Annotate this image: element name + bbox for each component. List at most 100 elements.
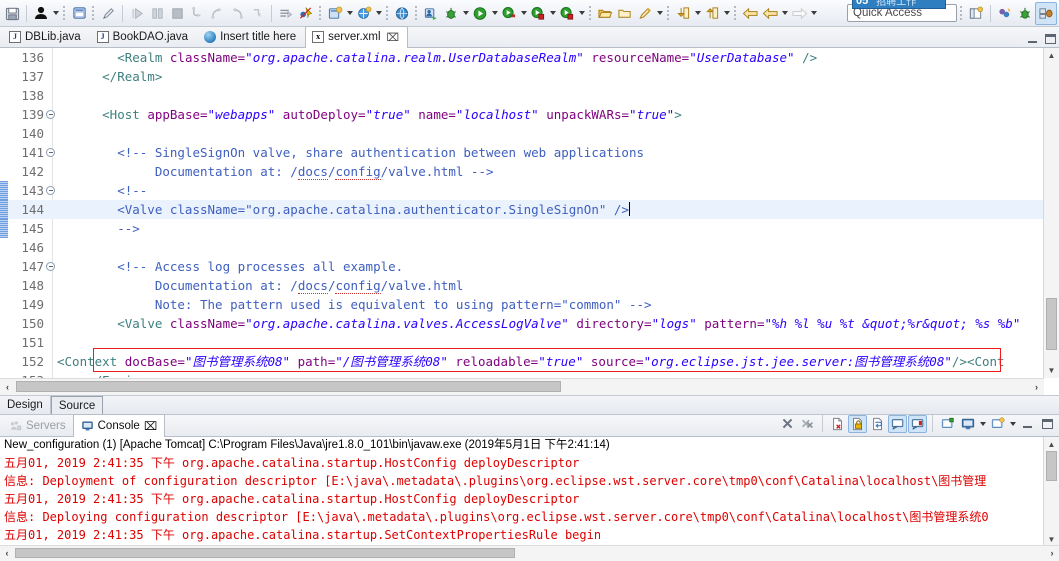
profile-dropdown-arrow[interactable]	[548, 3, 557, 24]
minimize-editor-icon[interactable]	[1027, 34, 1038, 44]
toolbar-drag-handle-8[interactable]	[734, 5, 737, 22]
brush-dropdown-arrow[interactable]	[655, 3, 664, 24]
debug-dropdown-arrow[interactable]	[461, 3, 470, 24]
console-scroll-left-icon[interactable]: ‹	[0, 546, 14, 560]
run-server-icon[interactable]	[499, 3, 519, 24]
save-icon[interactable]	[2, 3, 22, 24]
editor-tab-dblib[interactable]: J DBLib.java	[2, 26, 90, 47]
console-scroll-right-icon[interactable]: ›	[1045, 546, 1059, 560]
resume-icon[interactable]	[127, 3, 147, 24]
code-line[interactable]: 152 <Context docBase="图书管理系统08" path="/图书…	[0, 352, 1059, 371]
prev-edit-dropdown-arrow[interactable]	[722, 3, 731, 24]
run-dropdown-arrow[interactable]	[490, 3, 499, 24]
toolbar-drag-handle[interactable]	[63, 5, 66, 22]
java-perspective-icon[interactable]	[1035, 1, 1057, 25]
code-line[interactable]: 145 -->	[0, 219, 1059, 238]
profile2-icon[interactable]	[557, 3, 577, 24]
clear-console-button[interactable]	[828, 415, 847, 433]
open-console-button[interactable]	[988, 415, 1007, 433]
tab-design[interactable]: Design	[0, 396, 51, 414]
console-vertical-scrollbar[interactable]: ▲ ▼	[1043, 437, 1059, 546]
open-browser-icon[interactable]	[392, 3, 412, 24]
scroll-down-icon[interactable]: ▼	[1044, 363, 1059, 378]
close-icon[interactable]: ⌧	[144, 419, 157, 433]
console-hscroll-thumb[interactable]	[15, 548, 515, 558]
user-dropdown-arrow[interactable]	[51, 3, 60, 24]
console-horizontal-scrollbar[interactable]: ‹ ›	[0, 545, 1059, 561]
code-line[interactable]: 140	[0, 124, 1059, 143]
fold-toggle-icon[interactable]	[46, 148, 55, 157]
editor-vscroll-thumb[interactable]	[1046, 298, 1057, 350]
scroll-right-icon[interactable]: ›	[1029, 379, 1044, 394]
user-icon[interactable]	[31, 3, 51, 24]
skip-breakpoints-icon[interactable]	[296, 3, 316, 24]
back-icon[interactable]	[740, 3, 760, 24]
show-console-on-output-button[interactable]	[888, 414, 907, 433]
code-line[interactable]: 143 <!--	[0, 181, 1059, 200]
debug-icon[interactable]	[441, 3, 461, 24]
code-line[interactable]: 147 <!-- Access log processes all exampl…	[0, 257, 1059, 276]
new-servlet-dropdown-arrow[interactable]	[374, 3, 383, 24]
editor-hscroll-thumb[interactable]	[16, 381, 561, 392]
close-icon[interactable]: ⌧	[387, 31, 400, 44]
minimize-console-button[interactable]	[1018, 415, 1037, 433]
back2-icon[interactable]	[760, 3, 780, 24]
editor-tab-server-xml[interactable]: x server.xml ⌧	[305, 26, 409, 48]
suspend-icon[interactable]	[147, 3, 167, 24]
terminate-button[interactable]	[778, 415, 797, 433]
editor-tab-insert-title[interactable]: Insert title here	[197, 26, 305, 47]
open-console-dropdown-arrow[interactable]	[1008, 413, 1017, 434]
forward-icon[interactable]	[789, 3, 809, 24]
toolbar-drag-handle-7[interactable]	[667, 5, 670, 22]
display-console-dropdown-arrow[interactable]	[978, 413, 987, 434]
code-line[interactable]: 146	[0, 238, 1059, 257]
new-wizard-icon[interactable]	[69, 3, 89, 24]
step-into-icon[interactable]	[187, 3, 207, 24]
console-scroll-up-icon[interactable]: ▲	[1044, 437, 1059, 451]
pin-console-button[interactable]	[938, 415, 957, 433]
toolbar-drag-handle-5[interactable]	[415, 5, 418, 22]
next-edit-icon[interactable]	[673, 3, 693, 24]
editor-vertical-scrollbar[interactable]: ▲ ▼	[1043, 48, 1059, 378]
profile2-dropdown-arrow[interactable]	[577, 3, 586, 24]
console-vscroll-thumb[interactable]	[1046, 451, 1057, 481]
run-icon[interactable]	[470, 3, 490, 24]
fold-toggle-icon[interactable]	[46, 110, 55, 119]
forward-dropdown-arrow[interactable]	[809, 3, 818, 24]
brush-icon[interactable]	[635, 3, 655, 24]
toolbar-drag-handle-2[interactable]	[92, 5, 95, 22]
new-java-dropdown-arrow[interactable]	[345, 3, 354, 24]
code-line[interactable]: 150 <Valve className="org.apache.catalin…	[0, 314, 1059, 333]
code-line[interactable]: 141 <!-- SingleSignOn valve, share authe…	[0, 143, 1059, 162]
toolbar-drag-handle-3[interactable]	[319, 5, 322, 22]
code-line[interactable]: 136 <Realm className="org.apache.catalin…	[0, 48, 1059, 67]
debug-perspective-icon[interactable]	[1015, 3, 1035, 24]
drop-to-frame-icon[interactable]	[247, 3, 267, 24]
maximize-console-button[interactable]	[1038, 415, 1057, 433]
code-line[interactable]: 148 Documentation at: /docs/config/valve…	[0, 276, 1059, 295]
back-dropdown-arrow[interactable]	[780, 3, 789, 24]
toolbar-drag-handle-9[interactable]	[960, 5, 963, 22]
code-line[interactable]: 137 </Realm>	[0, 67, 1059, 86]
editor-horizontal-scrollbar[interactable]: ‹ ›	[0, 378, 1044, 395]
run-server-dropdown-arrow[interactable]	[519, 3, 528, 24]
scroll-left-icon[interactable]: ‹	[0, 379, 15, 394]
console-output[interactable]: New_configuration (1) [Apache Tomcat] C:…	[0, 437, 1059, 561]
code-line[interactable]: 138	[0, 86, 1059, 105]
show-console-on-error-button[interactable]	[908, 414, 927, 433]
code-line[interactable]: 142 Documentation at: /docs/config/valve…	[0, 162, 1059, 181]
tab-source[interactable]: Source	[50, 396, 104, 414]
step-return-icon[interactable]	[227, 3, 247, 24]
quick-access-input[interactable]: 05 招聘工作 Quick Access	[847, 0, 957, 22]
console-scroll-down-icon[interactable]: ▼	[1044, 532, 1059, 546]
scroll-up-icon[interactable]: ▲	[1044, 48, 1059, 63]
display-selected-console-button[interactable]	[958, 415, 977, 433]
open-type-icon[interactable]	[595, 3, 615, 24]
open-perspective-icon[interactable]	[966, 3, 986, 24]
fold-toggle-icon[interactable]	[46, 262, 55, 271]
remove-all-terminated-button[interactable]	[798, 415, 817, 433]
open-task-icon[interactable]	[615, 3, 635, 24]
new-servlet-icon[interactable]	[354, 3, 374, 24]
code-line[interactable]: 144 <Valve className="org.apache.catalin…	[0, 200, 1059, 219]
code-line[interactable]: 149 Note: The pattern used is equivalent…	[0, 295, 1059, 314]
